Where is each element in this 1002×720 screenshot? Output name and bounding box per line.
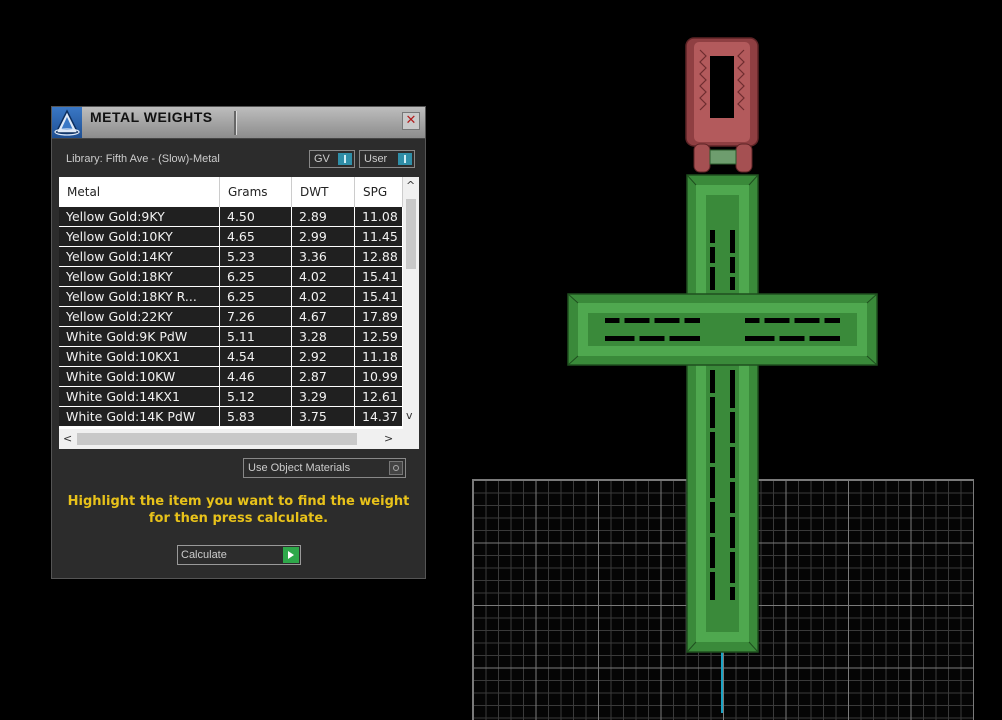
scroll-up-icon[interactable]: ^ xyxy=(406,179,415,192)
spg-cell: 12.88 xyxy=(355,247,403,266)
grams-cell: 5.83 xyxy=(220,407,292,426)
table-row[interactable]: White Gold:14K PdW 5.83 3.75 14.37 xyxy=(59,407,403,427)
horizontal-scroll-thumb[interactable] xyxy=(77,433,357,445)
dwt-cell: 3.29 xyxy=(292,387,355,406)
scroll-left-icon[interactable]: < xyxy=(63,432,72,445)
grams-cell: 5.11 xyxy=(220,327,292,346)
table-header: Metal Grams DWT SPG xyxy=(59,177,403,207)
library-label: Library: Fifth Ave - (Slow)-Metal xyxy=(66,153,220,165)
calculate-button[interactable]: Calculate xyxy=(177,545,301,565)
dwt-cell: 2.87 xyxy=(292,367,355,386)
table-row[interactable]: Yellow Gold:22KY 7.26 4.67 17.89 xyxy=(59,307,403,327)
metal-cell: Yellow Gold:10KY xyxy=(59,227,220,246)
dwt-cell: 2.99 xyxy=(292,227,355,246)
grams-cell: 7.26 xyxy=(220,307,292,326)
metal-weights-panel: METAL WEIGHTS ✕ Library: Fifth Ave - (Sl… xyxy=(51,106,426,579)
table-body: Yellow Gold:9KY 4.50 2.89 11.08 Yellow Gold:… xyxy=(59,207,403,427)
metal-cell: Yellow Gold:18KY xyxy=(59,267,220,286)
spg-cell: 14.37 xyxy=(355,407,403,426)
app-logo-icon xyxy=(52,107,82,138)
column-header-spg[interactable]: SPG xyxy=(355,177,403,207)
scroll-right-icon[interactable]: > xyxy=(384,432,393,445)
dwt-cell: 4.02 xyxy=(292,267,355,286)
column-header-metal[interactable]: Metal xyxy=(59,177,220,207)
grams-cell: 4.50 xyxy=(220,207,292,226)
spg-cell: 12.61 xyxy=(355,387,403,406)
metal-cell: Yellow Gold:9KY xyxy=(59,207,220,226)
panel-title: METAL WEIGHTS xyxy=(90,109,213,125)
instruction-text: Highlight the item you want to find the … xyxy=(67,494,410,526)
vertical-scroll-thumb[interactable] xyxy=(406,199,416,269)
scroll-down-icon[interactable]: v xyxy=(406,409,413,422)
metal-cell: White Gold:10KW xyxy=(59,367,220,386)
dwt-cell: 3.75 xyxy=(292,407,355,426)
metal-cell: White Gold:9K PdW xyxy=(59,327,220,346)
column-header-dwt[interactable]: DWT xyxy=(292,177,355,207)
dwt-cell: 2.89 xyxy=(292,207,355,226)
user-toggle[interactable]: User xyxy=(359,150,415,168)
toggle-switch-icon xyxy=(398,153,412,165)
pendant-bail[interactable] xyxy=(685,37,759,173)
table-row[interactable]: Yellow Gold:18KY 6.25 4.02 15.41 xyxy=(59,267,403,287)
dwt-cell: 4.67 xyxy=(292,307,355,326)
column-header-grams[interactable]: Grams xyxy=(220,177,292,207)
panel-titlebar[interactable]: METAL WEIGHTS ✕ xyxy=(52,107,425,139)
calculate-label: Calculate xyxy=(181,549,227,561)
spg-cell: 17.89 xyxy=(355,307,403,326)
grams-cell: 5.12 xyxy=(220,387,292,406)
metal-cell: White Gold:10KX1 xyxy=(59,347,220,366)
spg-cell: 15.41 xyxy=(355,287,403,306)
play-arrow-icon[interactable] xyxy=(283,547,299,563)
table-row[interactable]: Yellow Gold:14KY 5.23 3.36 12.88 xyxy=(59,247,403,267)
use-object-materials-label: Use Object Materials xyxy=(248,462,351,474)
spg-cell: 11.18 xyxy=(355,347,403,366)
table-row[interactable]: White Gold:9K PdW 5.11 3.28 12.59 xyxy=(59,327,403,347)
spg-cell: 12.59 xyxy=(355,327,403,346)
dwt-cell: 3.28 xyxy=(292,327,355,346)
user-toggle-label: User xyxy=(364,153,388,165)
grams-cell: 5.23 xyxy=(220,247,292,266)
table-row[interactable]: White Gold:10KW 4.46 2.87 10.99 xyxy=(59,367,403,387)
metal-table[interactable]: Metal Grams DWT SPG Yellow Gold:9KY 4.50 2… xyxy=(59,177,419,449)
spg-cell: 15.41 xyxy=(355,267,403,286)
close-button[interactable]: ✕ xyxy=(402,112,420,130)
cross-pendant-model[interactable] xyxy=(560,30,880,660)
vertical-scrollbar[interactable]: ^ v xyxy=(403,177,419,429)
metal-cell: White Gold:14KX1 xyxy=(59,387,220,406)
use-object-materials-toggle[interactable]: Use Object Materials xyxy=(243,458,406,478)
spg-cell: 10.99 xyxy=(355,367,403,386)
dwt-cell: 2.92 xyxy=(292,347,355,366)
table-row[interactable]: Yellow Gold:9KY 4.50 2.89 11.08 xyxy=(59,207,403,227)
metal-cell: Yellow Gold:18KY R... xyxy=(59,287,220,306)
title-separator xyxy=(234,111,237,135)
table-row[interactable]: White Gold:10KX1 4.54 2.92 11.18 xyxy=(59,347,403,367)
spg-cell: 11.45 xyxy=(355,227,403,246)
horizontal-scrollbar[interactable]: < > xyxy=(59,429,419,449)
table-row[interactable]: Yellow Gold:10KY 4.65 2.99 11.45 xyxy=(59,227,403,247)
table-row[interactable]: White Gold:14KX1 5.12 3.29 12.61 xyxy=(59,387,403,407)
radio-icon[interactable] xyxy=(389,461,403,475)
dwt-cell: 4.02 xyxy=(292,287,355,306)
grams-cell: 4.65 xyxy=(220,227,292,246)
cross-body[interactable] xyxy=(567,174,878,653)
grams-cell: 6.25 xyxy=(220,287,292,306)
grams-cell: 6.25 xyxy=(220,267,292,286)
grams-cell: 4.54 xyxy=(220,347,292,366)
metal-cell: White Gold:14K PdW xyxy=(59,407,220,426)
spg-cell: 11.08 xyxy=(355,207,403,226)
grams-cell: 4.46 xyxy=(220,367,292,386)
metal-cell: Yellow Gold:22KY xyxy=(59,307,220,326)
metal-cell: Yellow Gold:14KY xyxy=(59,247,220,266)
gv-toggle[interactable]: GV xyxy=(309,150,355,168)
table-row[interactable]: Yellow Gold:18KY R... 6.25 4.02 15.41 xyxy=(59,287,403,307)
dwt-cell: 3.36 xyxy=(292,247,355,266)
toggle-switch-icon xyxy=(338,153,352,165)
gv-toggle-label: GV xyxy=(314,153,330,165)
